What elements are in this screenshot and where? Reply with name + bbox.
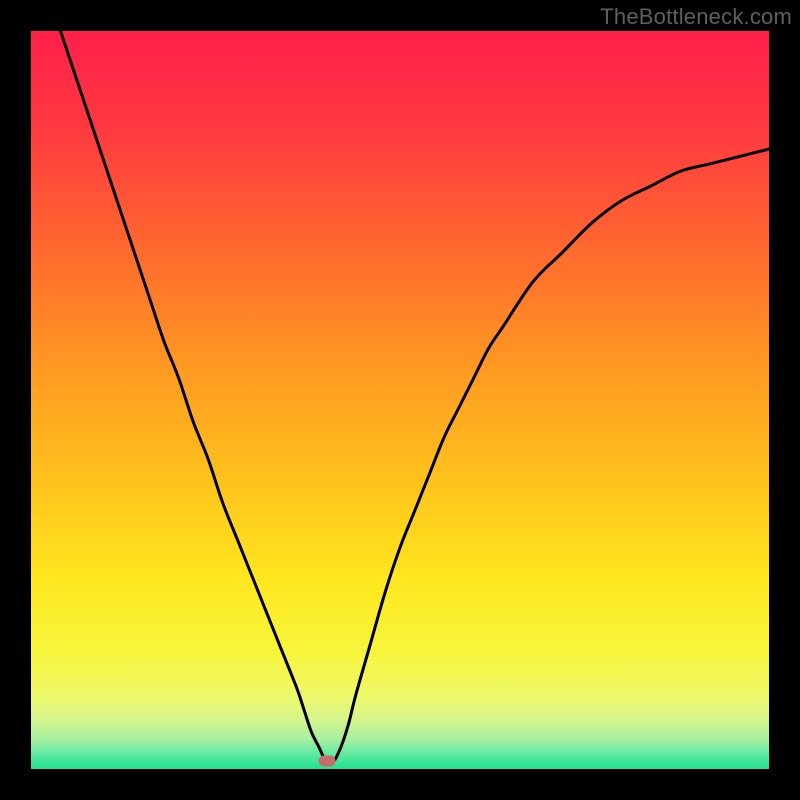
chart-frame: TheBottleneck.com xyxy=(0,0,800,800)
watermark-text: TheBottleneck.com xyxy=(600,4,792,30)
chart-plot-area xyxy=(31,31,769,769)
optimal-point-marker xyxy=(319,756,336,767)
bottleneck-curve xyxy=(31,31,769,769)
